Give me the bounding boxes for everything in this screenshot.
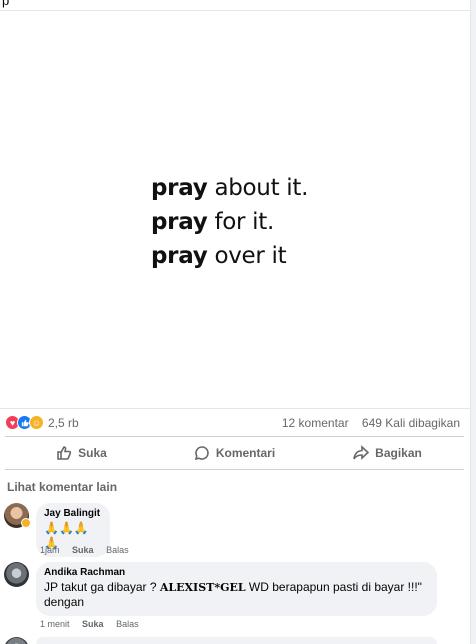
comment-like-button[interactable]: Suka (72, 545, 94, 555)
quote-line-2-bold: pray (151, 209, 208, 235)
like-label: Suka (78, 446, 107, 460)
quote-line-2-rest: for it. (214, 209, 274, 235)
share-count[interactable]: 649 Kali dibagikan (362, 416, 460, 430)
post-image[interactable]: pray about it. pray for it. pray over it (0, 11, 470, 408)
view-more-comments-link[interactable]: Lihat komentar lain (7, 480, 117, 494)
post-actions-bar: Suka Komentari Bagikan (5, 436, 464, 470)
quote-line-3-rest: over it (214, 243, 287, 269)
comment-share-counts: 12 komentar 649 Kali dibagikan (272, 416, 460, 430)
comment-button[interactable]: Komentari (158, 437, 311, 469)
care-reaction-icon: ☺ (29, 415, 44, 430)
comment-text: JP takut ga dibayar ? ALEXIST*GEL WD ber… (44, 580, 427, 610)
comment-bubble (36, 637, 437, 644)
quote-text: pray about it. pray for it. pray over it (151, 171, 308, 273)
comment-label: Komentari (215, 446, 276, 460)
commenter-name[interactable]: Andika Rachman (44, 567, 427, 578)
share-arrow-icon (353, 445, 370, 460)
top-cropped-area: p (0, 0, 476, 11)
comment-meta: 1jam Suka Balas (40, 545, 139, 555)
avatar[interactable] (4, 637, 29, 644)
comment-reply-button[interactable]: Balas (106, 545, 129, 555)
quote-line-2: pray for it. (151, 205, 308, 239)
comment-like-button[interactable]: Suka (82, 619, 104, 629)
right-edge-panel (470, 0, 476, 644)
top-fan-badge-icon (21, 518, 31, 528)
comment-text-pre: JP takut ga dibayar ? (44, 580, 160, 594)
share-label: Bagikan (375, 446, 422, 460)
comment-bubble-icon (194, 446, 209, 461)
cropped-text: p (2, 0, 10, 8)
comment-time[interactable]: 1 menit (40, 619, 70, 629)
post-stats-bar: ♥ ☺ 2,5 rb 12 komentar 649 Kali dibagika… (0, 408, 470, 436)
share-button[interactable]: Bagikan (311, 437, 464, 469)
thumbs-up-icon (57, 446, 72, 460)
quote-line-3: pray over it (151, 239, 308, 273)
commenter-name[interactable]: Jay Balingit (44, 508, 100, 519)
reactions-summary[interactable]: ♥ ☺ 2,5 rb (5, 415, 79, 430)
comment-text-emphasis: ALEXIST*GEL (159, 581, 246, 594)
comment-time[interactable]: 1jam (40, 545, 60, 555)
comment-count[interactable]: 12 komentar (282, 416, 349, 430)
quote-line-3-bold: pray (151, 243, 208, 269)
quote-line-1-bold: pray (151, 175, 208, 201)
reaction-count[interactable]: 2,5 rb (48, 416, 79, 430)
quote-line-1-rest: about it. (214, 175, 309, 201)
comment-bubble: Andika Rachman JP takut ga dibayar ? ALE… (36, 562, 437, 616)
avatar[interactable] (4, 562, 29, 587)
comment-meta: 1 menit Suka Balas (40, 619, 149, 629)
like-button[interactable]: Suka (5, 437, 158, 469)
quote-line-1: pray about it. (151, 171, 308, 205)
comment-reply-button[interactable]: Balas (116, 619, 139, 629)
